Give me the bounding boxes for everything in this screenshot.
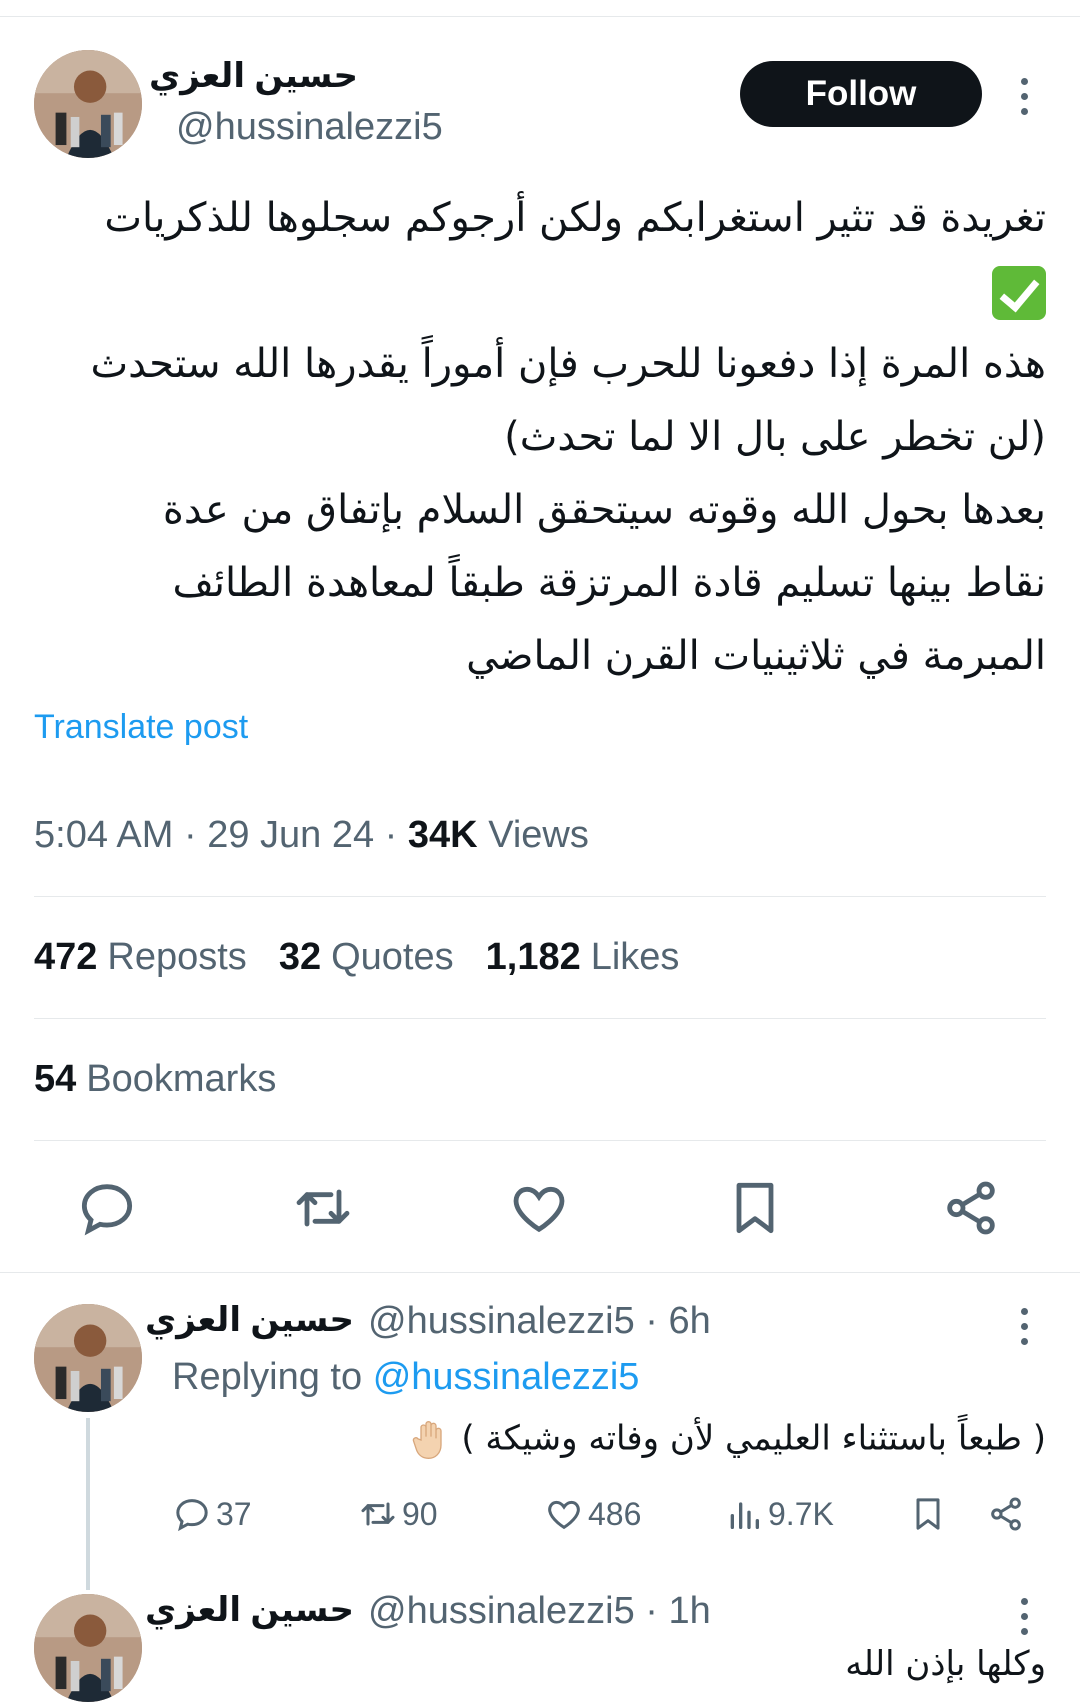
- like-action[interactable]: 486: [544, 1490, 641, 1538]
- reply-icon[interactable]: [75, 1176, 139, 1240]
- section-divider: [0, 1272, 1080, 1273]
- bookmarks-stat[interactable]: 54 Bookmarks: [34, 1058, 276, 1101]
- reply-author-name[interactable]: حسين العزي: [145, 1590, 354, 1630]
- views-count: 34K: [407, 814, 478, 856]
- tweet-line: بعدها بحول الله وقوته سيتحقق السلام بإتف…: [162, 487, 1046, 533]
- check-mark-emoji-line: [34, 255, 1046, 328]
- quotes-stat[interactable]: 32 Quotes: [279, 936, 454, 978]
- reply-text: ( طبعاً باستثناء العليمي لأن وفاته وشيكة…: [461, 1418, 1046, 1459]
- repost-icon: [361, 1502, 395, 1526]
- analytics-icon: [730, 1502, 759, 1529]
- views-label: Views: [488, 814, 589, 856]
- reply-author-handle: @hussinalezzi5 · 6h: [368, 1300, 711, 1342]
- post-meta: 5:04 AM · 29 Jun 24 · 34K Views: [34, 814, 589, 856]
- post-date[interactable]: 29 Jun 24: [207, 814, 374, 856]
- thread-line: [86, 1418, 90, 1590]
- author-handle[interactable]: @hussinalezzi5: [176, 106, 443, 149]
- tweet-line: (لن تخطر على بال الا لما تحدث): [504, 414, 1046, 460]
- reply-time[interactable]: 1h: [669, 1590, 711, 1632]
- check-mark-icon: [992, 266, 1046, 320]
- like-count: 486: [588, 1495, 642, 1532]
- divider: [34, 896, 1046, 897]
- view-count: 9.7K: [768, 1495, 834, 1532]
- author-name[interactable]: حسين العزي: [149, 56, 358, 96]
- repost-count: 90: [402, 1495, 438, 1532]
- reposts-label: Reposts: [107, 936, 247, 978]
- bookmarks-label: Bookmarks: [86, 1058, 277, 1100]
- engagement-stats: 472 Reposts 32 Quotes 1,182 Likes: [34, 936, 679, 979]
- quotes-count: 32: [278, 936, 322, 978]
- share-icon: [991, 1497, 1021, 1531]
- reply-text-row: ( طبعاً باستثناء العليمي لأن وفاته وشيكة…: [401, 1418, 1046, 1462]
- reposts-stat[interactable]: 472 Reposts: [34, 936, 247, 978]
- bookmarks-count: 54: [34, 1058, 77, 1100]
- quotes-label: Quotes: [331, 936, 454, 978]
- more-options-icon[interactable]: [1018, 1308, 1030, 1345]
- tweet-text: تغريدة قد تثير استغرابكم ولكن أرجوكم سجل…: [34, 182, 1046, 693]
- bookmark-action[interactable]: [908, 1490, 952, 1538]
- replying-handle-link[interactable]: @hussinalezzi5: [373, 1356, 640, 1398]
- views-action[interactable]: 9.7K: [724, 1490, 834, 1538]
- translate-post-link[interactable]: Translate post: [34, 708, 248, 747]
- tweet-line: نقاط بينها تسليم قادة المرتزقة طبقاً لمع…: [172, 560, 1046, 606]
- likes-stat[interactable]: 1,182 Likes: [486, 936, 680, 978]
- avatar-photo: [34, 50, 142, 158]
- avatar-photo: [34, 1594, 142, 1702]
- like-icon[interactable]: [507, 1176, 571, 1240]
- tweet-line: المبرمة في ثلاثينيات القرن الماضي: [466, 633, 1046, 679]
- top-divider: [0, 16, 1080, 17]
- reply-avatar[interactable]: [34, 1304, 142, 1412]
- more-options-icon[interactable]: [1018, 1598, 1030, 1635]
- share-action[interactable]: [986, 1490, 1030, 1538]
- bookmark-icon[interactable]: [723, 1176, 787, 1240]
- reply-time[interactable]: 6h: [669, 1300, 711, 1342]
- tweet-line: تغريدة قد تثير استغرابكم ولكن أرجوكم سجل…: [104, 195, 1046, 241]
- avatar-photo: [34, 1304, 142, 1412]
- reply-icon: [176, 1499, 208, 1532]
- likes-label: Likes: [590, 936, 680, 978]
- reposts-count: 472: [34, 936, 98, 978]
- reply-author-handle: @hussinalezzi5 · 1h: [368, 1590, 711, 1632]
- reply-handle[interactable]: @hussinalezzi5: [368, 1590, 635, 1632]
- more-options-icon[interactable]: [1018, 78, 1030, 115]
- replying-label: Replying to: [172, 1356, 363, 1398]
- reply-avatar[interactable]: [34, 1594, 142, 1702]
- like-icon: [548, 1500, 580, 1530]
- likes-count: 1,182: [485, 936, 581, 978]
- reply-author-name[interactable]: حسين العزي: [145, 1300, 354, 1340]
- reply-action[interactable]: 37: [172, 1490, 252, 1538]
- share-icon[interactable]: [939, 1176, 1003, 1240]
- bookmark-icon: [916, 1498, 940, 1530]
- divider: [34, 1140, 1046, 1141]
- raised-hand-icon: [412, 1421, 442, 1460]
- repost-action[interactable]: 90: [358, 1490, 438, 1538]
- post-time[interactable]: 5:04 AM: [34, 814, 173, 856]
- tweet-line: هذه المرة إذا دفعونا للحرب فإن أموراً يق…: [90, 341, 1047, 387]
- divider: [34, 1018, 1046, 1019]
- reply-text: وكلها بإذن الله: [845, 1644, 1046, 1684]
- reply-count: 37: [216, 1495, 252, 1532]
- repost-icon[interactable]: [291, 1176, 355, 1240]
- follow-button[interactable]: Follow: [740, 61, 982, 127]
- author-avatar[interactable]: [34, 50, 142, 158]
- reply-handle[interactable]: @hussinalezzi5: [368, 1300, 635, 1342]
- replying-to: Replying to @hussinalezzi5: [172, 1356, 639, 1399]
